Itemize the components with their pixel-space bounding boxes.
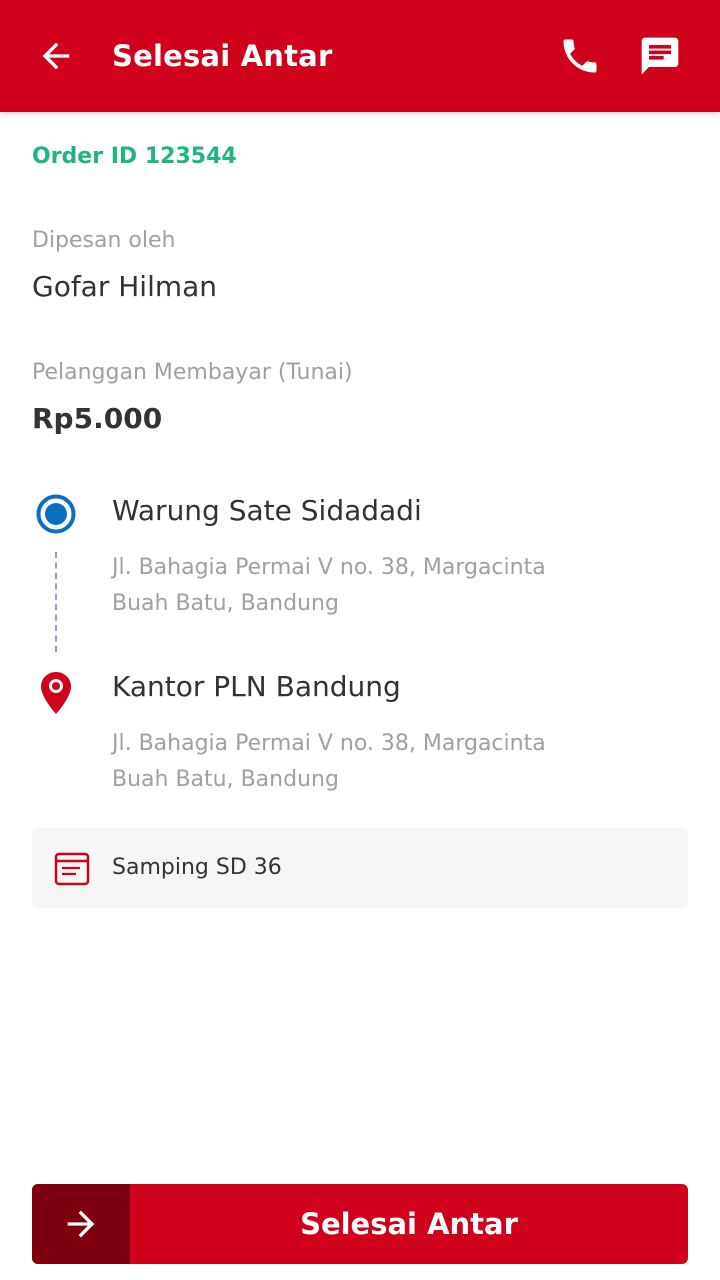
- finish-delivery-button[interactable]: Selesai Antar: [32, 1184, 688, 1264]
- call-button[interactable]: [556, 32, 604, 80]
- customer-name: Gofar Hilman: [32, 270, 218, 303]
- destination-address-line2: Buah Batu, Bandung: [112, 767, 339, 792]
- phone-icon: [563, 39, 597, 73]
- origin-address-line2: Buah Batu, Bandung: [112, 591, 339, 616]
- note-icon: [54, 852, 90, 886]
- origin-address-line1: Jl. Bahagia Permai V no. 38, Margacinta: [112, 555, 546, 580]
- order-id: Order ID 123544: [32, 144, 237, 169]
- route-connector: [55, 552, 57, 652]
- note-text: Samping SD 36: [112, 855, 282, 880]
- ordered-by-label: Dipesan oleh: [32, 228, 176, 253]
- delivery-note: Samping SD 36: [32, 828, 688, 908]
- back-button[interactable]: [32, 32, 80, 80]
- origin-name: Warung Sate Sidadadi: [112, 494, 422, 527]
- origin-radio-icon: [36, 494, 76, 534]
- arrow-right-icon: [67, 1210, 95, 1238]
- arrow-left-icon: [42, 42, 70, 70]
- app-bar: Selesai Antar: [0, 0, 720, 112]
- finish-delivery-label: Selesai Antar: [300, 1207, 518, 1241]
- location-pin-icon: [41, 672, 71, 714]
- chat-message-icon: [641, 37, 679, 75]
- destination-address-line1: Jl. Bahagia Permai V no. 38, Margacinta: [112, 731, 546, 756]
- page-title: Selesai Antar: [112, 39, 333, 73]
- destination-name: Kantor PLN Bandung: [112, 670, 401, 703]
- payment-label: Pelanggan Membayar (Tunai): [32, 360, 353, 385]
- payment-amount: Rp5.000: [32, 402, 163, 435]
- slide-handle[interactable]: [32, 1184, 130, 1264]
- chat-button[interactable]: [636, 32, 684, 80]
